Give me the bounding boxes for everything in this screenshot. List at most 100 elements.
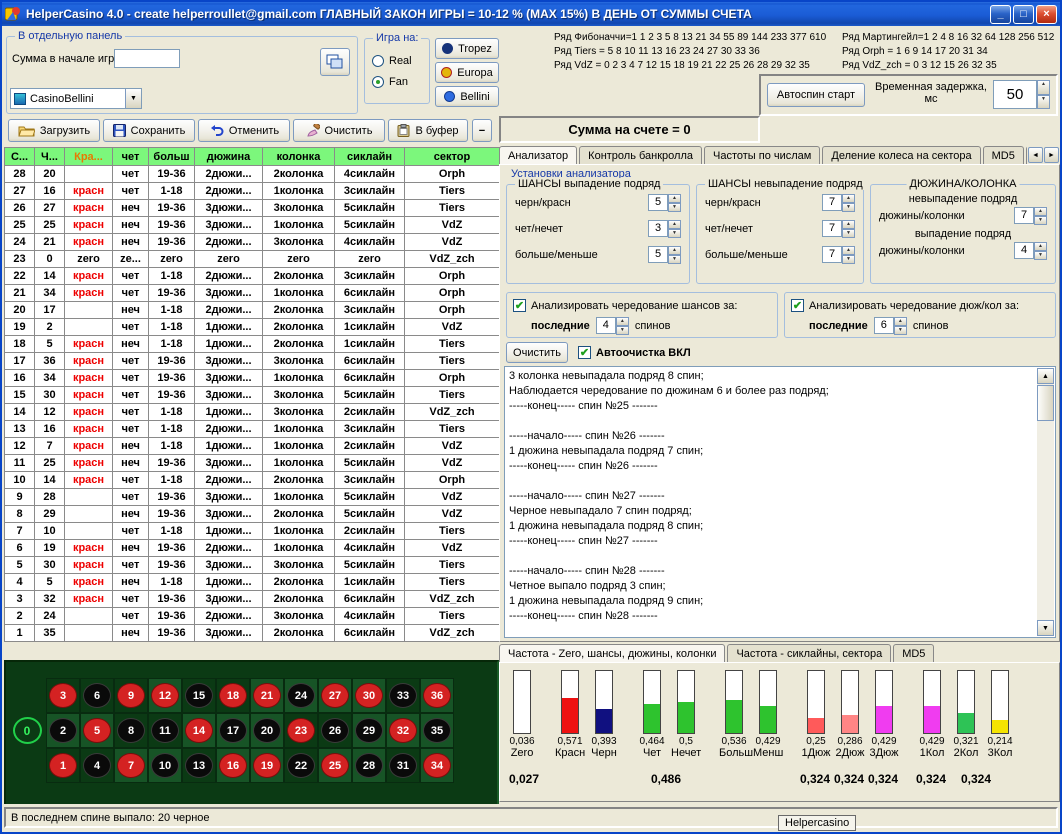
spin-down-icon[interactable]: ▼ <box>1037 95 1050 110</box>
board-number-4[interactable]: 4 <box>80 748 114 783</box>
tab-wheel-sectors[interactable]: Деление колеса на сектора <box>822 146 980 165</box>
board-number-2[interactable]: 2 <box>46 713 80 748</box>
board-number-36[interactable]: 36 <box>420 678 454 713</box>
board-number-34[interactable]: 34 <box>420 748 454 783</box>
table-row[interactable]: 2820чернчет19-362дюжи...2колонка4сиклайн… <box>5 166 500 183</box>
table-row[interactable]: 1530краснчет19-363дюжи...3колонка5сиклай… <box>5 387 500 404</box>
spin-down-icon[interactable]: ▼ <box>1034 251 1047 260</box>
tabs-scroll-right-icon[interactable]: ► <box>1044 147 1059 163</box>
tab-more[interactable]: Ко <box>1026 146 1027 165</box>
toolbar-buffer-button[interactable]: В буфер <box>388 119 468 142</box>
spin-down-icon[interactable]: ▼ <box>668 229 681 238</box>
combo-dropdown-arrow[interactable]: ▼ <box>125 89 141 108</box>
black-red-streak-stepper[interactable]: 5▲▼ <box>648 194 681 211</box>
board-number-18[interactable]: 18 <box>216 678 250 713</box>
board-number-19[interactable]: 19 <box>250 748 284 783</box>
even-odd-streak-stepper[interactable]: 3▲▼ <box>648 220 681 237</box>
dozen-miss-stepper[interactable]: 7▲▼ <box>1014 207 1047 224</box>
toolbar-clear-button[interactable]: Очистить <box>293 119 385 142</box>
minimize-button[interactable]: _ <box>990 5 1011 24</box>
table-row[interactable]: 1125красннеч19-363дюжи...1колонка5сиклай… <box>5 455 500 472</box>
table-row[interactable]: 185красннеч1-181дюжи...2колонка1сиклайнT… <box>5 336 500 353</box>
casino-button-bellini[interactable]: Bellini <box>435 86 499 107</box>
spin-up-icon[interactable]: ▲ <box>842 246 855 255</box>
board-number-28[interactable]: 28 <box>352 748 386 783</box>
tab-freq-md5[interactable]: MD5 <box>893 644 934 663</box>
table-row[interactable]: 710чернчет1-181дюжи...1колонка2сиклайнTi… <box>5 523 500 540</box>
board-number-16[interactable]: 16 <box>216 748 250 783</box>
table-row[interactable]: 2421красннеч19-362дюжи...3колонка4сиклай… <box>5 234 500 251</box>
stepper-value[interactable]: 7 <box>1014 207 1034 224</box>
detach-panel-button[interactable] <box>320 48 350 76</box>
scroll-down-icon[interactable]: ▼ <box>1037 620 1054 636</box>
table-row[interactable]: 619красннеч19-362дюжи...1колонка4сиклайн… <box>5 540 500 557</box>
spin-up-icon[interactable]: ▲ <box>668 220 681 229</box>
board-number-14[interactable]: 14 <box>182 713 216 748</box>
log-scrollbar[interactable]: ▲ ▼ <box>1037 368 1054 636</box>
tab-freq-sectors[interactable]: Частота - сиклайны, сектора <box>727 644 891 663</box>
stepper-value[interactable]: 7 <box>822 194 842 211</box>
board-number-10[interactable]: 10 <box>148 748 182 783</box>
spin-down-icon[interactable]: ▼ <box>842 203 855 212</box>
board-number-7[interactable]: 7 <box>114 748 148 783</box>
radio-real[interactable]: Real <box>372 55 429 67</box>
tab-number-frequencies[interactable]: Частоты по числам <box>704 146 820 165</box>
board-number-26[interactable]: 26 <box>318 713 352 748</box>
spin-up-icon[interactable]: ▲ <box>842 220 855 229</box>
board-number-6[interactable]: 6 <box>80 678 114 713</box>
even-odd-miss-stepper[interactable]: 7▲▼ <box>822 220 855 237</box>
table-row[interactable]: 2134краснчет19-363дюжи...1колонка6сиклай… <box>5 285 500 302</box>
spin-up-icon[interactable]: ▲ <box>668 194 681 203</box>
casino-button-europa[interactable]: Europa <box>435 62 499 83</box>
analysis-log[interactable]: 3 колонка невыпадала подряд 8 спин; Набл… <box>504 366 1056 638</box>
stepper-value[interactable]: 5 <box>648 246 668 263</box>
spin-down-icon[interactable]: ▼ <box>668 255 681 264</box>
toolbar-save-button[interactable]: Сохранить <box>103 119 195 142</box>
spin-up-icon[interactable]: ▲ <box>894 317 907 326</box>
table-row[interactable]: 332краснчет19-363дюжи...2колонка6сиклайн… <box>5 591 500 608</box>
table-row[interactable]: 1412краснчет1-181дюжи...3колонка2сиклайн… <box>5 404 500 421</box>
autoclean-checkbox[interactable]: ✔ Автоочистка ВКЛ <box>578 346 691 359</box>
log-clear-button[interactable]: Очистить <box>506 342 568 363</box>
table-row[interactable]: 2525красннеч19-363дюжи...1колонка5сиклай… <box>5 217 500 234</box>
table-row[interactable]: 928чернчет19-363дюжи...1колонка5сиклайнV… <box>5 489 500 506</box>
board-number-0[interactable]: 0 <box>10 713 44 748</box>
table-row[interactable]: 2214краснчет1-182дюжи...2колонка3сиклайн… <box>5 268 500 285</box>
table-row[interactable]: 192чернчет1-181дюжи...2колонка1сиклайнVd… <box>5 319 500 336</box>
board-number-9[interactable]: 9 <box>114 678 148 713</box>
board-number-31[interactable]: 31 <box>386 748 420 783</box>
board-number-30[interactable]: 30 <box>352 678 386 713</box>
stepper-value[interactable]: 5 <box>648 194 668 211</box>
spin-up-icon[interactable]: ▲ <box>1034 207 1047 216</box>
table-row[interactable]: 45красннеч1-181дюжи...2колонка1сиклайнTi… <box>5 574 500 591</box>
maximize-button[interactable]: □ <box>1013 5 1034 24</box>
stepper-value[interactable]: 4 <box>596 317 616 334</box>
black-red-miss-stepper[interactable]: 7▲▼ <box>822 194 855 211</box>
stepper-value[interactable]: 3 <box>648 220 668 237</box>
stepper-value[interactable]: 7 <box>822 220 842 237</box>
table-row[interactable]: 135черннеч19-363дюжи...2колонка6сиклайнV… <box>5 625 500 642</box>
spin-down-icon[interactable]: ▼ <box>668 203 681 212</box>
board-number-3[interactable]: 3 <box>46 678 80 713</box>
table-row[interactable]: 1634краснчет19-363дюжи...1колонка6сиклай… <box>5 370 500 387</box>
scroll-thumb[interactable] <box>1037 385 1054 421</box>
board-number-11[interactable]: 11 <box>148 713 182 748</box>
table-row[interactable]: 2716краснчет1-182дюжи...1колонка3сиклайн… <box>5 183 500 200</box>
chance-alternation-checkbox[interactable]: ✔ Анализировать чередование шансов за: <box>513 299 777 312</box>
table-row[interactable]: 2017черннеч1-182дюжи...2колонка3сиклайнO… <box>5 302 500 319</box>
table-row[interactable]: 829черннеч19-363дюжи...2колонка5сиклайнV… <box>5 506 500 523</box>
board-number-8[interactable]: 8 <box>114 713 148 748</box>
board-number-13[interactable]: 13 <box>182 748 216 783</box>
toolbar-undo-button[interactable]: Отменить <box>198 119 290 142</box>
table-row[interactable]: 530краснчет19-363дюжи...3колонка5сиклайн… <box>5 557 500 574</box>
board-number-17[interactable]: 17 <box>216 713 250 748</box>
table-row[interactable]: 2627красннеч19-363дюжи...3колонка5сиклай… <box>5 200 500 217</box>
start-sum-input[interactable] <box>114 49 180 68</box>
chance-alternation-stepper[interactable]: 4▲▼ <box>596 317 629 334</box>
stepper-value[interactable]: 4 <box>1014 242 1034 259</box>
spins-table[interactable]: С... Ч... Кра... чет больш дюжина колонк… <box>4 147 500 642</box>
autospin-start-button[interactable]: Автоспин старт <box>767 83 865 107</box>
stepper-value[interactable]: 7 <box>822 246 842 263</box>
board-number-27[interactable]: 27 <box>318 678 352 713</box>
tab-md5[interactable]: MD5 <box>983 146 1024 165</box>
